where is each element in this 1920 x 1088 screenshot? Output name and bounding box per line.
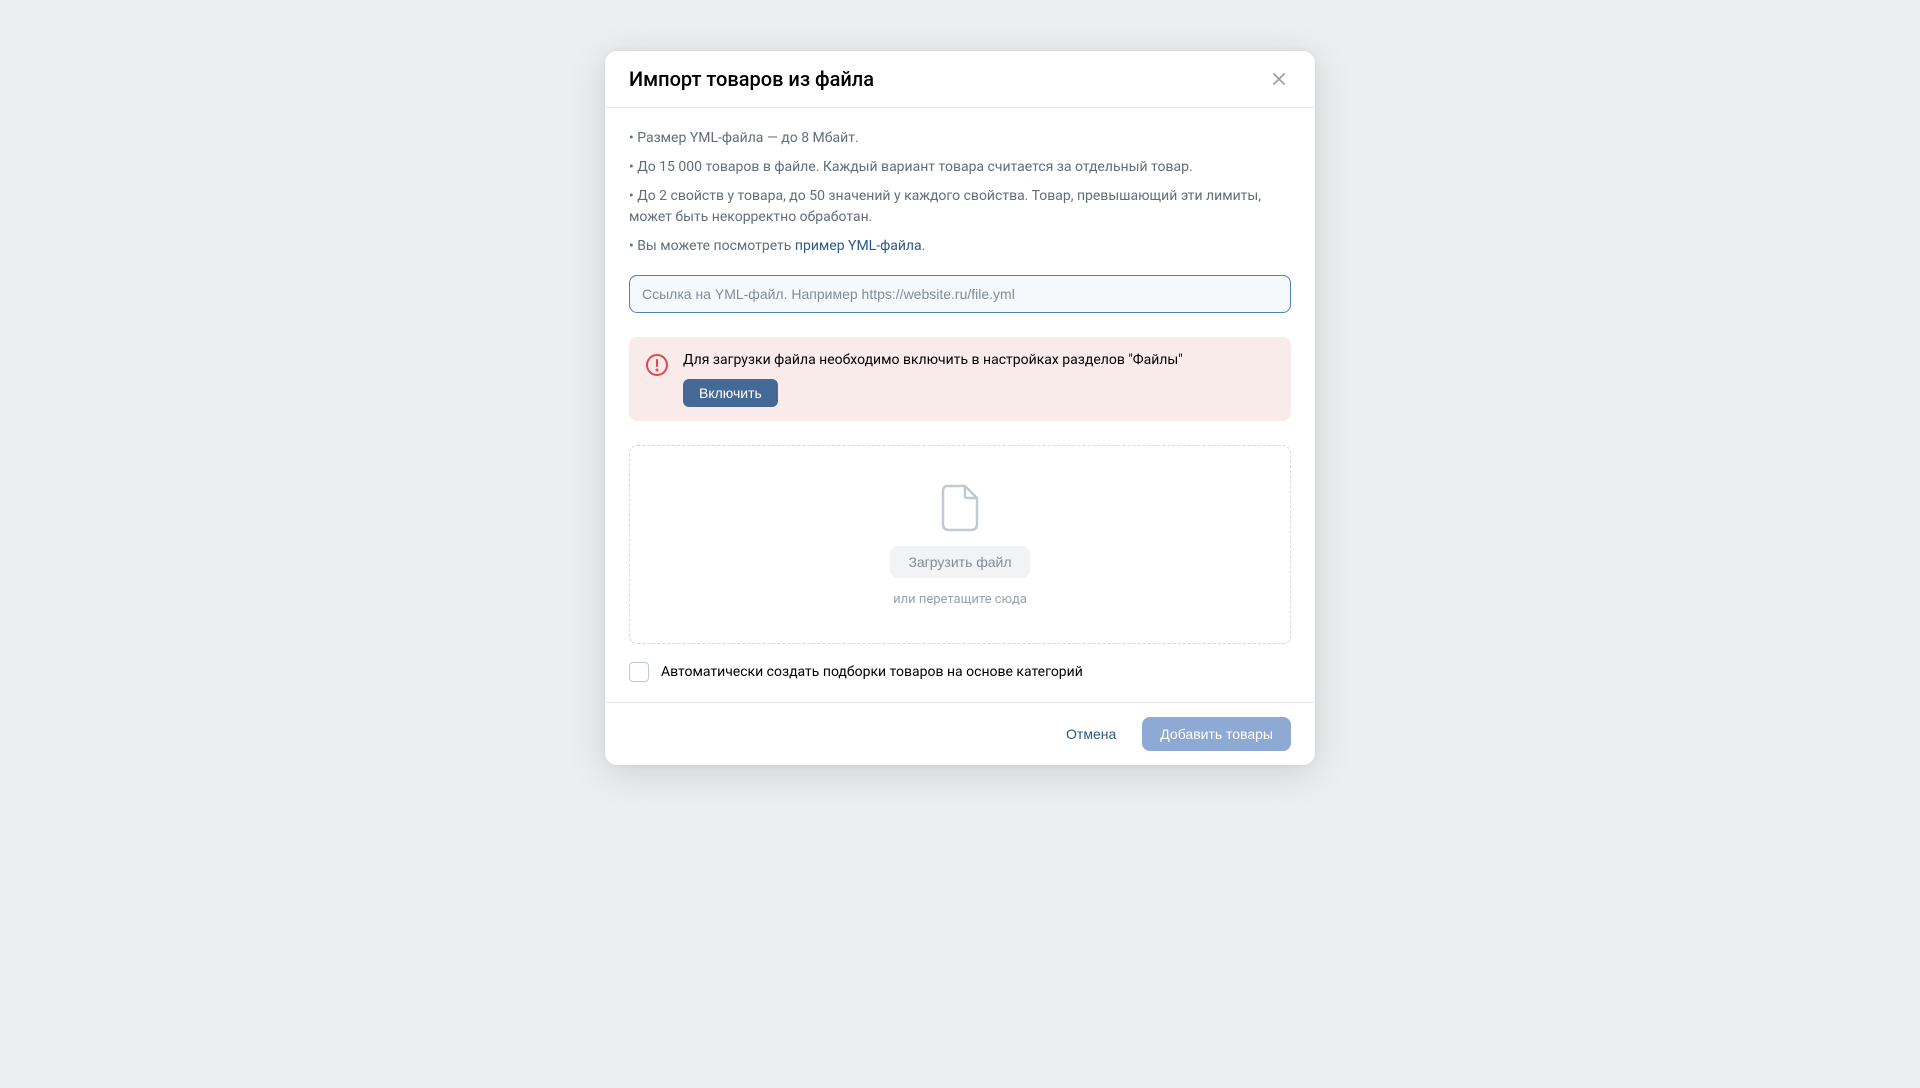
info-item: • Размер YML-файла — до 8 Мбайт. <box>629 128 1291 149</box>
close-button[interactable] <box>1267 67 1291 91</box>
modal-title: Импорт товаров из файла <box>629 67 874 91</box>
info-text: • Вы можете посмотреть <box>629 238 795 254</box>
modal-header: Импорт товаров из файла <box>605 51 1315 108</box>
info-item: • До 2 свойств у товара, до 50 значений … <box>629 186 1291 228</box>
yml-example-link[interactable]: пример YML-файла <box>795 238 922 254</box>
info-item: • До 15 000 товаров в файле. Каждый вари… <box>629 157 1291 178</box>
warning-icon <box>645 353 669 377</box>
import-modal: Импорт товаров из файла • Размер YML-фай… <box>605 51 1315 765</box>
upload-file-button[interactable]: Загрузить файл <box>890 546 1029 578</box>
modal-body: • Размер YML-файла — до 8 Мбайт. • До 15… <box>605 108 1315 702</box>
cancel-button[interactable]: Отмена <box>1054 718 1128 750</box>
info-text: . <box>922 238 926 254</box>
alert-content: Для загрузки файла необходимо включить в… <box>683 351 1275 407</box>
close-icon <box>1271 71 1287 87</box>
drag-hint: или перетащите сюда <box>893 592 1027 607</box>
checkbox-label: Автоматически создать подборки товаров н… <box>661 664 1083 680</box>
file-icon <box>939 484 981 532</box>
file-dropzone[interactable]: Загрузить файл или перетащите сюда <box>629 445 1291 644</box>
auto-collections-checkbox[interactable] <box>629 662 649 682</box>
alert-text: Для загрузки файла необходимо включить в… <box>683 351 1275 371</box>
checkbox-row: Автоматически создать подборки товаров н… <box>629 662 1291 682</box>
modal-footer: Отмена Добавить товары <box>605 702 1315 765</box>
info-list: • Размер YML-файла — до 8 Мбайт. • До 15… <box>629 128 1291 257</box>
yml-url-input[interactable] <box>629 275 1291 313</box>
info-item: • Вы можете посмотреть пример YML-файла. <box>629 236 1291 257</box>
alert-box: Для загрузки файла необходимо включить в… <box>629 337 1291 421</box>
submit-button[interactable]: Добавить товары <box>1142 717 1291 751</box>
enable-button[interactable]: Включить <box>683 379 778 407</box>
